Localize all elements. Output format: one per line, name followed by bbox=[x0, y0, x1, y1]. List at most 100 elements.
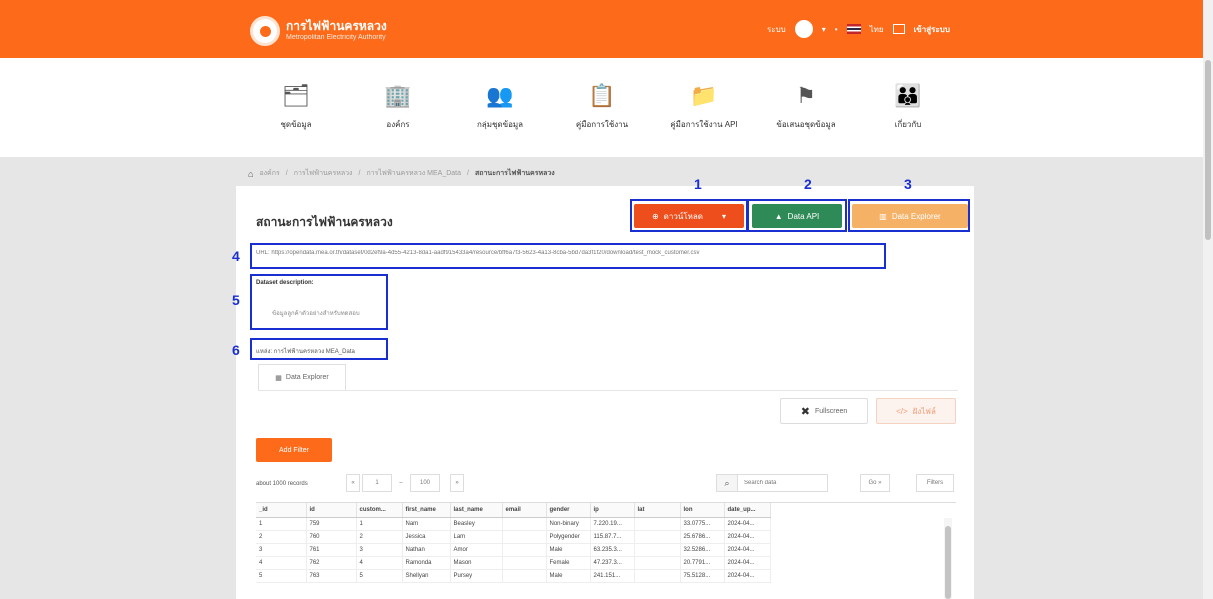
table-cell: Nathan bbox=[402, 543, 451, 557]
user-avatar-icon[interactable] bbox=[794, 20, 813, 38]
pager-to-input[interactable]: 100 bbox=[410, 474, 440, 492]
fullscreen-button[interactable]: ✖ Fullscreen bbox=[780, 398, 868, 424]
annotation-number-6: 6 bbox=[232, 342, 240, 358]
table-row[interactable]: 3 761 3 Nathan Amor Male 63.235.3... 32.… bbox=[256, 543, 771, 557]
table-header-row: _id id custom... first_name last_name em… bbox=[256, 503, 771, 518]
manual-icon: 📋 bbox=[588, 83, 616, 108]
login-link[interactable]: เข้าสู่ระบบ bbox=[914, 23, 950, 36]
table-row[interactable]: 4 762 4 Ramonda Mason Female 47.237.3...… bbox=[256, 556, 771, 570]
table-cell: 4 bbox=[356, 556, 403, 570]
table-cell: 763 bbox=[306, 569, 357, 583]
nav-label: ชุดข้อมูล bbox=[280, 120, 312, 129]
fullscreen-label: Fullscreen bbox=[814, 407, 848, 415]
filters-button[interactable]: Filters bbox=[916, 474, 954, 492]
table-cell: Male bbox=[546, 569, 591, 583]
column-header[interactable]: ip bbox=[590, 503, 635, 518]
embed-button[interactable]: </> ฝังไฟล์ bbox=[876, 398, 956, 424]
breadcrumb-separator: / bbox=[285, 170, 288, 177]
table-cell: 63.235.3... bbox=[590, 543, 635, 557]
source-label[interactable]: แหล่ง: การไฟฟ้านครหลวง MEA_Data bbox=[256, 346, 355, 356]
table-cell bbox=[634, 517, 681, 531]
breadcrumb-item[interactable]: การไฟฟ้านครหลวง MEA_Data bbox=[366, 168, 461, 179]
nav-item-groups[interactable]: 👥 กลุ่มชุดข้อมูล bbox=[449, 58, 551, 157]
table-cell: 762 bbox=[306, 556, 357, 570]
breadcrumb-separator: / bbox=[467, 170, 469, 177]
table-cell: 2024-04... bbox=[724, 543, 771, 557]
annotation-box-4 bbox=[250, 243, 886, 269]
main-nav: 🗂 ชุดข้อมูล 🏢 องค์กร 👥 กลุ่มชุดข้อมูล 📋 … bbox=[0, 58, 1213, 157]
column-header[interactable]: custom... bbox=[356, 503, 403, 518]
logo-subtitle: Metropolitan Electricity Authority bbox=[286, 34, 386, 41]
group-icon: 👥 bbox=[486, 83, 514, 108]
add-filter-button[interactable]: Add Filter bbox=[256, 438, 332, 462]
top-bar: การไฟฟ้านครหลวง Metropolitan Electricity… bbox=[0, 0, 1213, 58]
table-cell: 3 bbox=[256, 543, 307, 557]
pager-from-input[interactable]: 1 bbox=[362, 474, 392, 492]
column-header[interactable]: first_name bbox=[402, 503, 451, 518]
table-cell: 20.7791... bbox=[680, 556, 725, 570]
page-scroll-thumb[interactable] bbox=[1205, 60, 1211, 240]
table-cell: 760 bbox=[306, 530, 357, 544]
breadcrumb-separator: / bbox=[358, 170, 361, 177]
table-row[interactable]: 5 763 5 Shellyan Pursey Male 241.151... … bbox=[256, 569, 771, 583]
column-header[interactable]: gender bbox=[546, 503, 591, 518]
data-grid: _id id custom... first_name last_name em… bbox=[256, 502, 956, 599]
column-header[interactable]: last_name bbox=[450, 503, 503, 518]
search-group: ⌕ bbox=[716, 474, 828, 492]
table-cell: 1 bbox=[356, 517, 403, 531]
nav-item-datasets[interactable]: 🗂 ชุดข้อมูล bbox=[245, 58, 347, 157]
grid-scrollbar[interactable] bbox=[944, 518, 952, 599]
lang-toggle-icon[interactable] bbox=[892, 24, 905, 34]
table-cell: 759 bbox=[306, 517, 357, 531]
thai-flag-icon[interactable] bbox=[846, 24, 861, 34]
annotation-box-3 bbox=[848, 199, 970, 232]
nav-item-organizations[interactable]: 🏢 องค์กร bbox=[347, 58, 449, 157]
nav-item-api-manual[interactable]: 📁 คู่มือการใช้งาน API bbox=[653, 58, 755, 157]
search-input[interactable] bbox=[738, 474, 828, 492]
breadcrumb-item[interactable]: การไฟฟ้านครหลวง bbox=[294, 168, 353, 179]
table-cell: Male bbox=[546, 543, 591, 557]
nav-item-manual[interactable]: 📋 คู่มือการใช้งาน bbox=[551, 58, 653, 157]
pager-prev-button[interactable]: « bbox=[346, 474, 360, 492]
home-icon[interactable]: ⌂ bbox=[248, 169, 253, 179]
nav-item-suggestions[interactable]: ⚑ ข้อเสนอชุดข้อมูล bbox=[755, 58, 857, 157]
column-header[interactable]: lat bbox=[634, 503, 681, 518]
column-header[interactable]: email bbox=[502, 503, 547, 518]
column-header[interactable]: id bbox=[306, 503, 357, 518]
table-cell: 75.5128... bbox=[680, 569, 725, 583]
table-cell: 761 bbox=[306, 543, 357, 557]
breadcrumb-item[interactable]: องค์กร bbox=[259, 168, 279, 179]
user-label[interactable]: ระบบ bbox=[767, 23, 786, 36]
table-cell: Polygender bbox=[546, 530, 591, 544]
column-header[interactable]: date_up... bbox=[724, 503, 771, 518]
go-button[interactable]: Go » bbox=[860, 474, 890, 492]
page-scrollbar[interactable] bbox=[1203, 0, 1213, 599]
suggestion-icon: ⚑ bbox=[796, 83, 816, 108]
table-cell: 115.87.7... bbox=[590, 530, 635, 544]
table-cell bbox=[502, 543, 547, 557]
tab-data-explorer[interactable]: ▦ Data Explorer bbox=[258, 364, 346, 390]
column-header[interactable]: _id bbox=[256, 503, 307, 518]
lang-label[interactable]: ไทย bbox=[870, 23, 884, 36]
table-row[interactable]: 2 760 2 Jessica Lam Polygender 115.87.7.… bbox=[256, 530, 771, 544]
annotation-number-4: 4 bbox=[232, 248, 240, 264]
table-cell bbox=[634, 543, 681, 557]
table-cell bbox=[502, 569, 547, 583]
dropdown-icon[interactable]: ▾ bbox=[822, 25, 826, 34]
resource-url[interactable]: URL: https://opendata.mea.or.th/dataset/… bbox=[256, 250, 880, 256]
pager: « 1 – 100 » bbox=[346, 474, 464, 492]
nav-label: คู่มือการใช้งาน API bbox=[670, 120, 738, 129]
nav-item-about[interactable]: 👪 เกี่ยวกับ bbox=[857, 58, 959, 157]
grid-scroll-thumb[interactable] bbox=[945, 526, 951, 599]
table-cell: 4 bbox=[256, 556, 307, 570]
column-header[interactable]: lon bbox=[680, 503, 725, 518]
table-cell: Shellyan bbox=[402, 569, 451, 583]
table-row[interactable]: 1 759 1 Nam Beasley Non-binary 7.220.19.… bbox=[256, 517, 771, 531]
table-cell: 7.220.19... bbox=[590, 517, 635, 531]
dot-icon: • bbox=[834, 24, 838, 34]
table-cell bbox=[634, 556, 681, 570]
table-cell: Lam bbox=[450, 530, 503, 544]
tab-divider bbox=[258, 390, 958, 391]
pager-next-button[interactable]: » bbox=[450, 474, 464, 492]
mea-logo[interactable]: การไฟฟ้านครหลวง Metropolitan Electricity… bbox=[250, 16, 387, 46]
